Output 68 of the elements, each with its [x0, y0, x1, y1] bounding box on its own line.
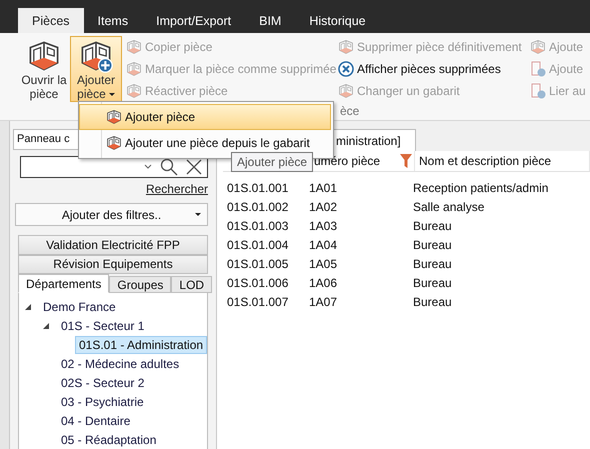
table-cell-text: Bureau	[413, 276, 453, 290]
section-button[interactable]: Révision Equipements	[18, 254, 208, 274]
group-label: èce	[340, 104, 360, 118]
tree-item[interactable]: 04 - Dentaire	[57, 412, 134, 430]
ribbon-button[interactable]: Ajouter pièce	[70, 36, 122, 102]
chevron-icon	[144, 164, 152, 170]
tooltip: Ajouter pièce	[231, 152, 314, 172]
room-icon	[530, 39, 546, 55]
add-room-icon	[79, 39, 113, 73]
table-cell-text: 01S.01.006	[227, 276, 290, 290]
tree-item[interactable]: 02 - Médecine adultes	[57, 354, 184, 372]
menu-tab[interactable]: Pièces	[18, 8, 84, 33]
menu-tab[interactable]: BIM	[245, 8, 296, 33]
table-cell-text: 01S.01.005	[227, 256, 290, 270]
filter-icon[interactable]	[400, 154, 412, 168]
table-cell-text: 1A02	[309, 200, 338, 214]
column-header[interactable]: Nom et description pièce	[415, 151, 590, 171]
table-cell-text: Bureau	[413, 238, 453, 252]
panel-tab[interactable]: LOD	[171, 276, 212, 293]
table-cell-text: Bureau	[413, 294, 453, 308]
table-cell-text: 1A01	[309, 180, 338, 194]
caret-icon	[195, 213, 201, 216]
tree-item[interactable]: 05 - Réadaptation	[57, 430, 160, 448]
tree-item[interactable]: Demo France	[39, 298, 120, 316]
table-cell-text: 01S.01.004	[227, 238, 290, 252]
room-icon	[126, 39, 142, 55]
table-cell-text: 01S.01.003	[227, 218, 290, 232]
table-cell-text: 1A07	[309, 294, 338, 308]
search-icon[interactable]	[160, 158, 178, 176]
room-icon	[338, 39, 354, 55]
menu-tab[interactable]: Import/Export	[142, 8, 246, 33]
ribbon-button[interactable]: Ouvrir la pièce	[18, 36, 70, 102]
table-cell-text: 1A03	[309, 218, 338, 232]
section-button[interactable]: Validation Electricité FPP	[18, 234, 208, 255]
room-icon	[106, 109, 122, 125]
search-link[interactable]: Rechercher	[146, 182, 208, 196]
ribbon-button[interactable]: Afficher pièces supprimées	[338, 60, 526, 78]
table-cell-text: Bureau	[413, 256, 453, 270]
table-cell-text: 01S.01.002	[227, 200, 290, 214]
table-cell-text: Bureau	[413, 218, 453, 232]
room-icon	[338, 83, 354, 99]
room-icon	[106, 135, 122, 151]
close-icon[interactable]	[186, 158, 202, 175]
table-cell-text: Salle analyse	[413, 200, 486, 214]
room-icon	[27, 39, 61, 73]
menu-item[interactable]: Ajouter pièce	[79, 104, 331, 130]
tree-item[interactable]: 02S - Secteur 2	[57, 374, 148, 392]
document-icon	[530, 61, 546, 77]
table-cell-text: 01S.01.007	[227, 294, 290, 308]
table-cell-text: 1A05	[309, 256, 338, 270]
filter-dropdown[interactable]: Ajouter des filtres..	[15, 203, 208, 226]
expander-icon[interactable]	[43, 322, 49, 328]
room-icon	[126, 61, 142, 77]
menu-tab[interactable]: Items	[84, 8, 142, 33]
tree-item[interactable]: 01S - Secteur 1	[57, 316, 148, 334]
table-cell-text: Reception patients/admin	[413, 180, 550, 194]
expander-icon[interactable]	[25, 304, 31, 310]
table-cell-text: 01S.01.001	[227, 180, 290, 194]
table-cell-text: 1A04	[309, 238, 338, 252]
panel-tab[interactable]: Départements	[18, 274, 110, 293]
panel-tab[interactable]: Groupes	[109, 276, 172, 293]
table-cell-text: 1A06	[309, 276, 338, 290]
tree-item[interactable]: 03 - Psychiatrie	[57, 392, 148, 410]
document-icon	[530, 83, 546, 99]
room-icon	[126, 83, 142, 99]
close-circle-icon	[338, 61, 354, 77]
menu-tab[interactable]: Historique	[295, 8, 380, 33]
tree-item[interactable]: 01S.01 - Administration	[75, 336, 208, 354]
